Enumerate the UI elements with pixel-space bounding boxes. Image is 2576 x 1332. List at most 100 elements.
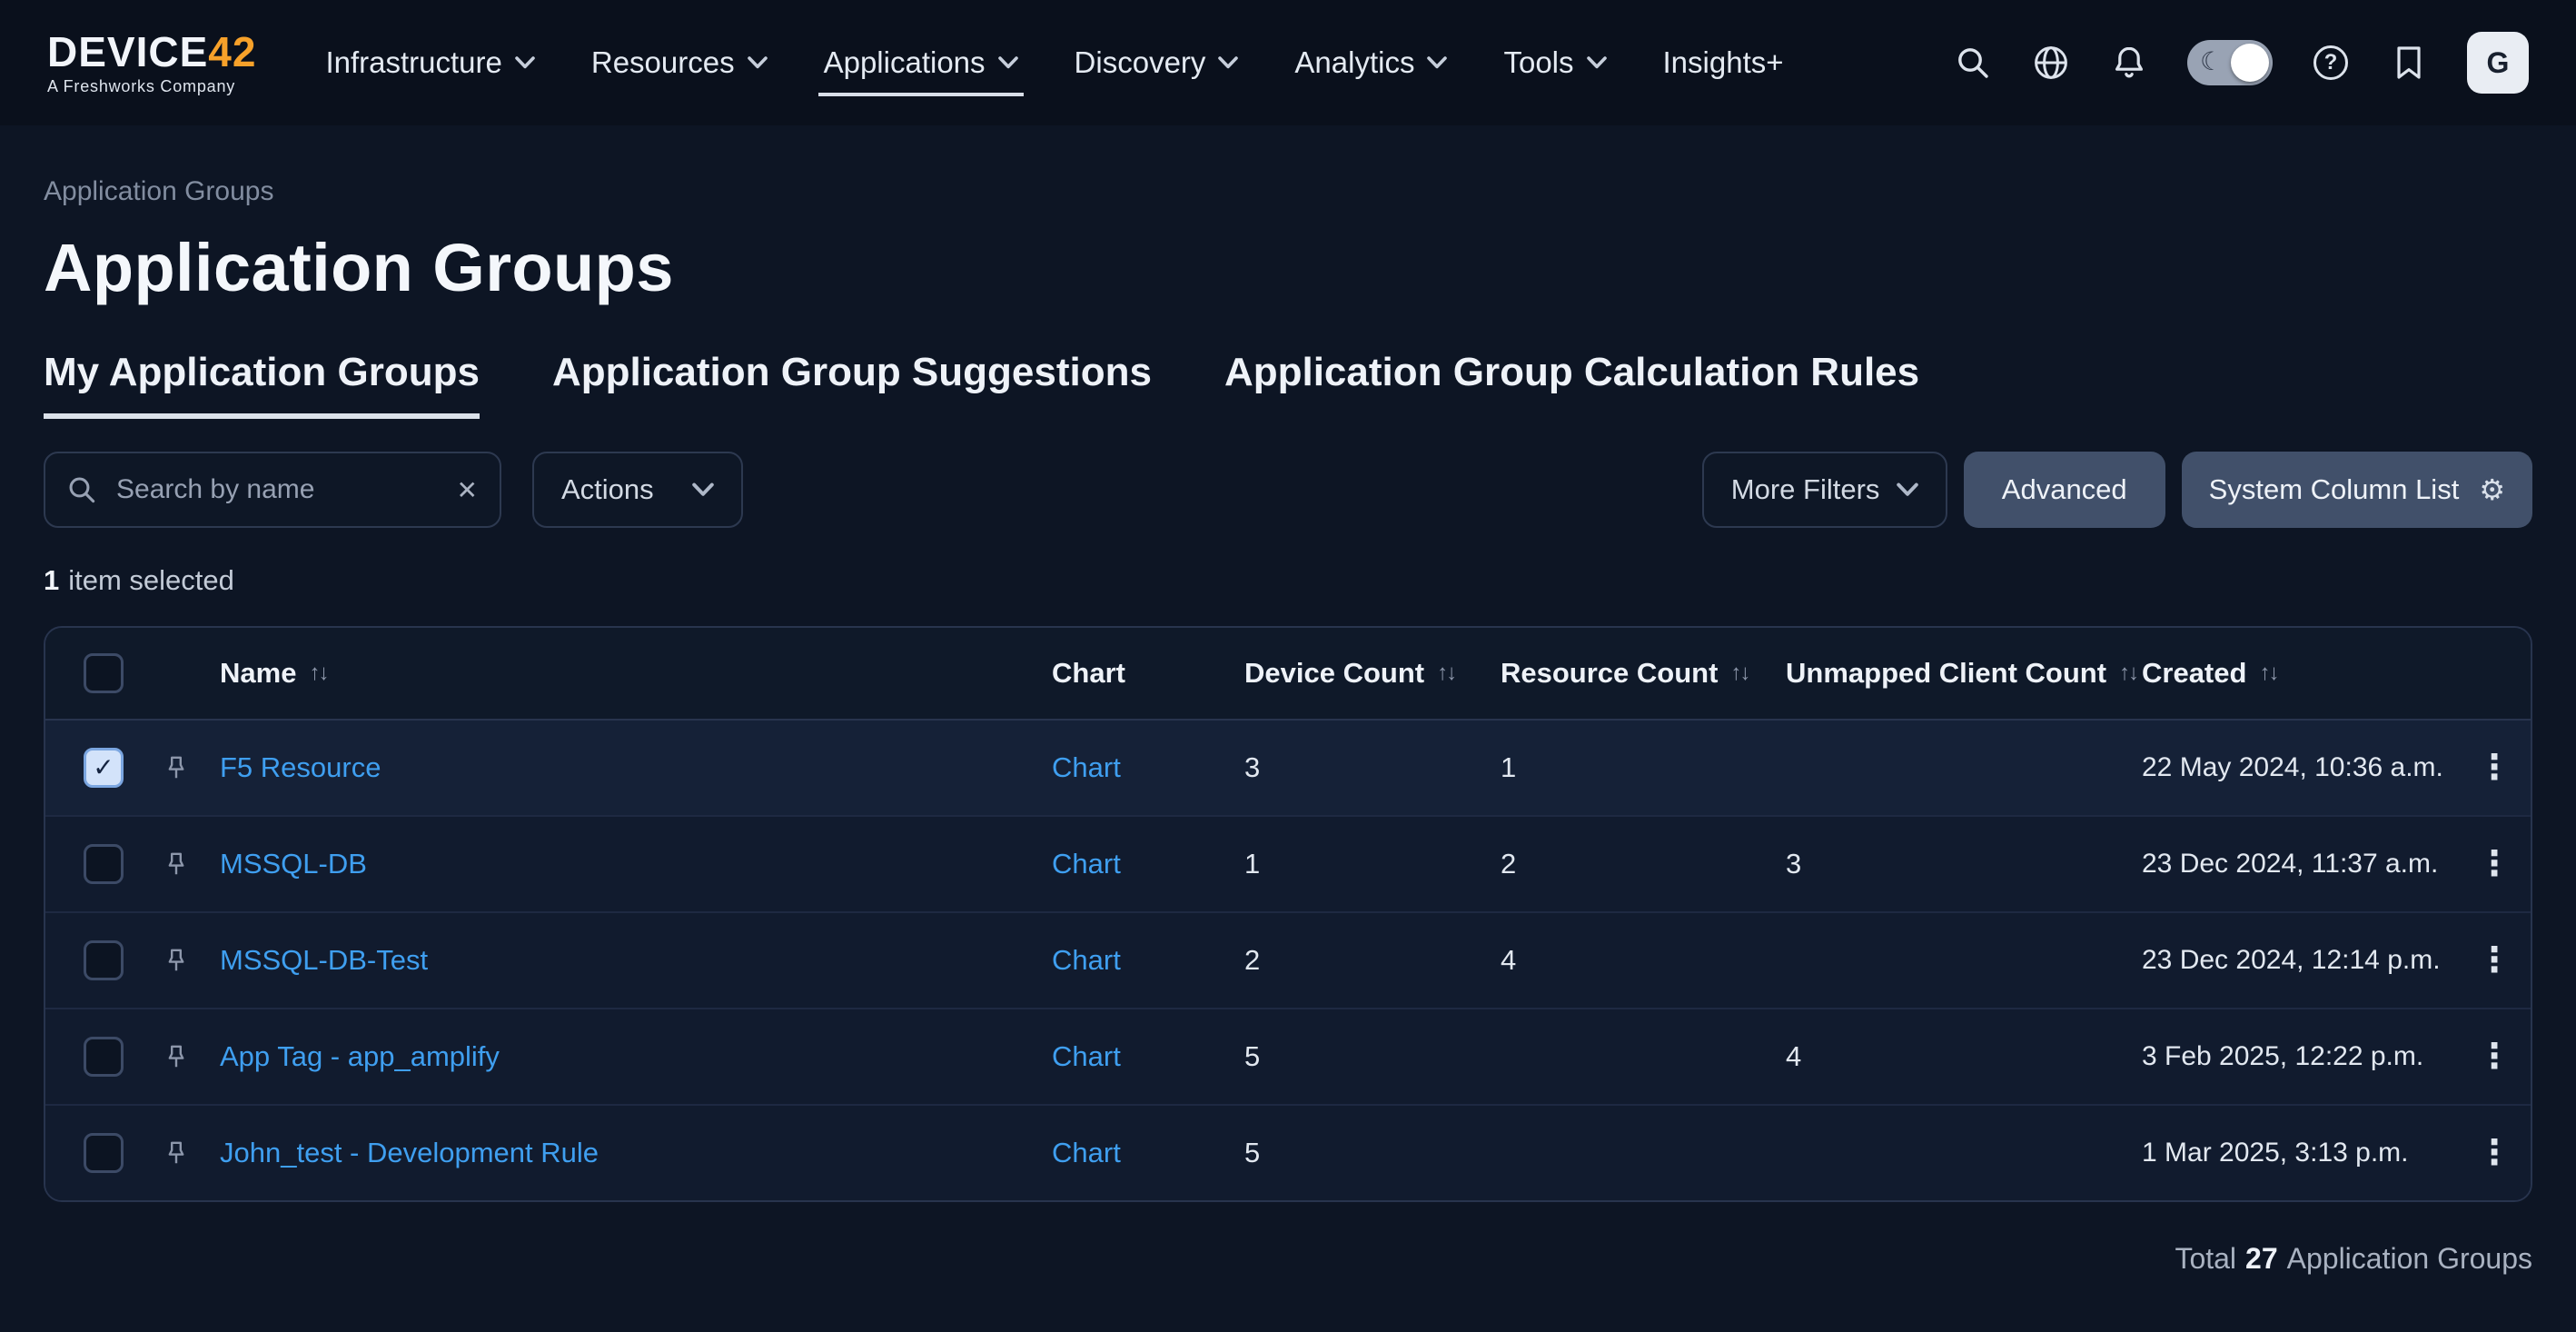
logo-text: DEVICE <box>47 31 208 73</box>
column-header-resource-count[interactable]: Resource Count↑↓ <box>1501 657 1786 690</box>
nav-item-label: Resources <box>591 45 735 80</box>
row-checkbox[interactable]: ✓ <box>84 748 124 788</box>
chevron-down-icon <box>1427 56 1447 69</box>
group-name-link[interactable]: App Tag - app_amplify <box>220 1040 500 1072</box>
help-icon[interactable]: ? <box>2311 43 2351 83</box>
column-header-unmapped-client-count[interactable]: Unmapped Client Count↑↓ <box>1786 657 2142 690</box>
row-checkbox[interactable]: ✓ <box>84 940 124 980</box>
system-column-list-button[interactable]: System Column List ⚙ <box>2182 452 2532 528</box>
theme-toggle[interactable]: ☾ <box>2187 40 2273 85</box>
row-actions-kebab-icon[interactable]: ⋮ <box>2458 1136 2531 1170</box>
tab-application-group-suggestions[interactable]: Application Group Suggestions <box>552 350 1152 419</box>
chart-link[interactable]: Chart <box>1052 1040 1121 1072</box>
chevron-down-icon <box>998 56 1018 69</box>
pin-icon[interactable] <box>162 1138 191 1168</box>
group-name-link[interactable]: MSSQL-DB <box>220 848 367 880</box>
tab-bar: My Application Groups Application Group … <box>44 350 2532 419</box>
actions-dropdown[interactable]: Actions <box>532 452 743 528</box>
question-mark-glyph: ? <box>2313 45 2348 80</box>
total-count: 27 <box>2245 1242 2278 1275</box>
bookmark-icon[interactable] <box>2389 43 2429 83</box>
nav-item-label: Analytics <box>1294 45 1414 80</box>
device42-logo[interactable]: DEVICE 42 A Freshworks Company <box>47 31 256 94</box>
select-all-checkbox[interactable]: ✓ <box>84 653 124 693</box>
row-pin-cell <box>162 1042 220 1071</box>
nav-item-label: Applications <box>824 45 986 80</box>
nav-item-resources[interactable]: Resources <box>591 24 768 102</box>
sort-icon: ↑↓ <box>2119 661 2137 686</box>
chevron-down-icon <box>748 56 768 69</box>
selection-status: 1 item selected <box>44 564 2532 597</box>
clear-search-icon[interactable]: ✕ <box>457 475 478 505</box>
nav-item-analytics[interactable]: Analytics <box>1294 24 1447 102</box>
pin-icon[interactable] <box>162 850 191 879</box>
nav-item-infrastructure[interactable]: Infrastructure <box>325 24 534 102</box>
group-name-link[interactable]: John_test - Development Rule <box>220 1137 599 1168</box>
total-suffix: Application Groups <box>2287 1242 2532 1275</box>
row-actions-kebab-icon[interactable]: ⋮ <box>2458 1039 2531 1074</box>
chart-link[interactable]: Chart <box>1052 751 1121 783</box>
chart-link[interactable]: Chart <box>1052 1137 1121 1168</box>
pin-icon[interactable] <box>162 946 191 975</box>
chevron-down-icon <box>692 482 714 497</box>
moon-icon: ☾ <box>2200 46 2223 76</box>
toolbar: ✕ Actions More Filters Advanced System C… <box>44 452 2532 528</box>
pin-icon[interactable] <box>162 753 191 782</box>
globe-icon[interactable] <box>2031 43 2071 83</box>
created-value: 3 Feb 2025, 12:22 p.m. <box>2142 1041 2458 1072</box>
row-checkbox[interactable]: ✓ <box>84 1133 124 1173</box>
column-header-device-count[interactable]: Device Count↑↓ <box>1244 657 1501 690</box>
toolbar-right: More Filters Advanced System Column List… <box>1702 452 2532 528</box>
page-content: Application Groups Application Groups My… <box>0 125 2576 1276</box>
table-row: ✓ F5 Resource Chart 3 1 22 May 2024, 10:… <box>45 721 2531 815</box>
main-nav: Infrastructure Resources Applications Di… <box>325 24 1783 102</box>
selection-count: 1 <box>44 564 59 596</box>
created-value: 1 Mar 2025, 3:13 p.m. <box>2142 1138 2458 1168</box>
group-name-link[interactable]: F5 Resource <box>220 751 381 783</box>
device-count-value: 5 <box>1244 1137 1501 1169</box>
nav-item-label: Insights+ <box>1663 45 1784 80</box>
chart-link[interactable]: Chart <box>1052 944 1121 976</box>
nav-item-discovery[interactable]: Discovery <box>1075 24 1239 102</box>
page-title: Application Groups <box>44 229 2532 306</box>
resource-count-value: 2 <box>1501 848 1786 880</box>
search-icon[interactable] <box>1953 43 1993 83</box>
table-row: ✓ John_test - Development Rule Chart 5 1… <box>45 1104 2531 1200</box>
tab-application-group-calculation-rules[interactable]: Application Group Calculation Rules <box>1224 350 1919 419</box>
row-actions-kebab-icon[interactable]: ⋮ <box>2458 943 2531 978</box>
user-avatar[interactable]: G <box>2467 32 2529 94</box>
more-filters-dropdown[interactable]: More Filters <box>1702 452 1947 528</box>
unmapped-client-count-value: 3 <box>1786 848 2142 880</box>
chevron-down-icon <box>1897 482 1918 497</box>
row-checkbox[interactable]: ✓ <box>84 844 124 884</box>
nav-item-label: Tools <box>1503 45 1573 80</box>
table-footer-total: Total 27 Application Groups <box>44 1242 2532 1276</box>
column-header-name[interactable]: Name↑↓ <box>220 657 1052 690</box>
notifications-bell-icon[interactable] <box>2109 43 2149 83</box>
search-input[interactable] <box>113 472 441 507</box>
column-header-created[interactable]: Created↑↓ <box>2142 657 2458 690</box>
row-checkbox[interactable]: ✓ <box>84 1037 124 1077</box>
group-name-link[interactable]: MSSQL-DB-Test <box>220 944 428 976</box>
pin-icon[interactable] <box>162 1042 191 1071</box>
row-select-cell: ✓ <box>45 1037 162 1077</box>
row-actions-kebab-icon[interactable]: ⋮ <box>2458 847 2531 881</box>
column-header-chart[interactable]: Chart↑↓ <box>1052 657 1244 690</box>
device-count-value: 3 <box>1244 751 1501 784</box>
row-actions-kebab-icon[interactable]: ⋮ <box>2458 750 2531 785</box>
total-label: Total <box>2175 1242 2236 1275</box>
selection-label: item selected <box>68 564 234 596</box>
tab-my-application-groups[interactable]: My Application Groups <box>44 350 480 419</box>
breadcrumb[interactable]: Application Groups <box>44 176 2532 207</box>
nav-item-tools[interactable]: Tools <box>1503 24 1606 102</box>
unmapped-client-count-value: 4 <box>1786 1040 2142 1073</box>
chart-link[interactable]: Chart <box>1052 848 1121 880</box>
nav-item-applications[interactable]: Applications <box>824 24 1018 102</box>
table-row: ✓ MSSQL-DB Chart 1 2 3 23 Dec 2024, 11:3… <box>45 815 2531 911</box>
table-header-row: ✓ Name↑↓ Chart↑↓ Device Count↑↓ Resource… <box>45 628 2531 721</box>
nav-item-insights-plus[interactable]: Insights+ <box>1663 24 1784 102</box>
row-pin-cell <box>162 946 220 975</box>
advanced-button[interactable]: Advanced <box>1964 452 2165 528</box>
row-pin-cell <box>162 850 220 879</box>
actions-dropdown-label: Actions <box>561 473 654 506</box>
